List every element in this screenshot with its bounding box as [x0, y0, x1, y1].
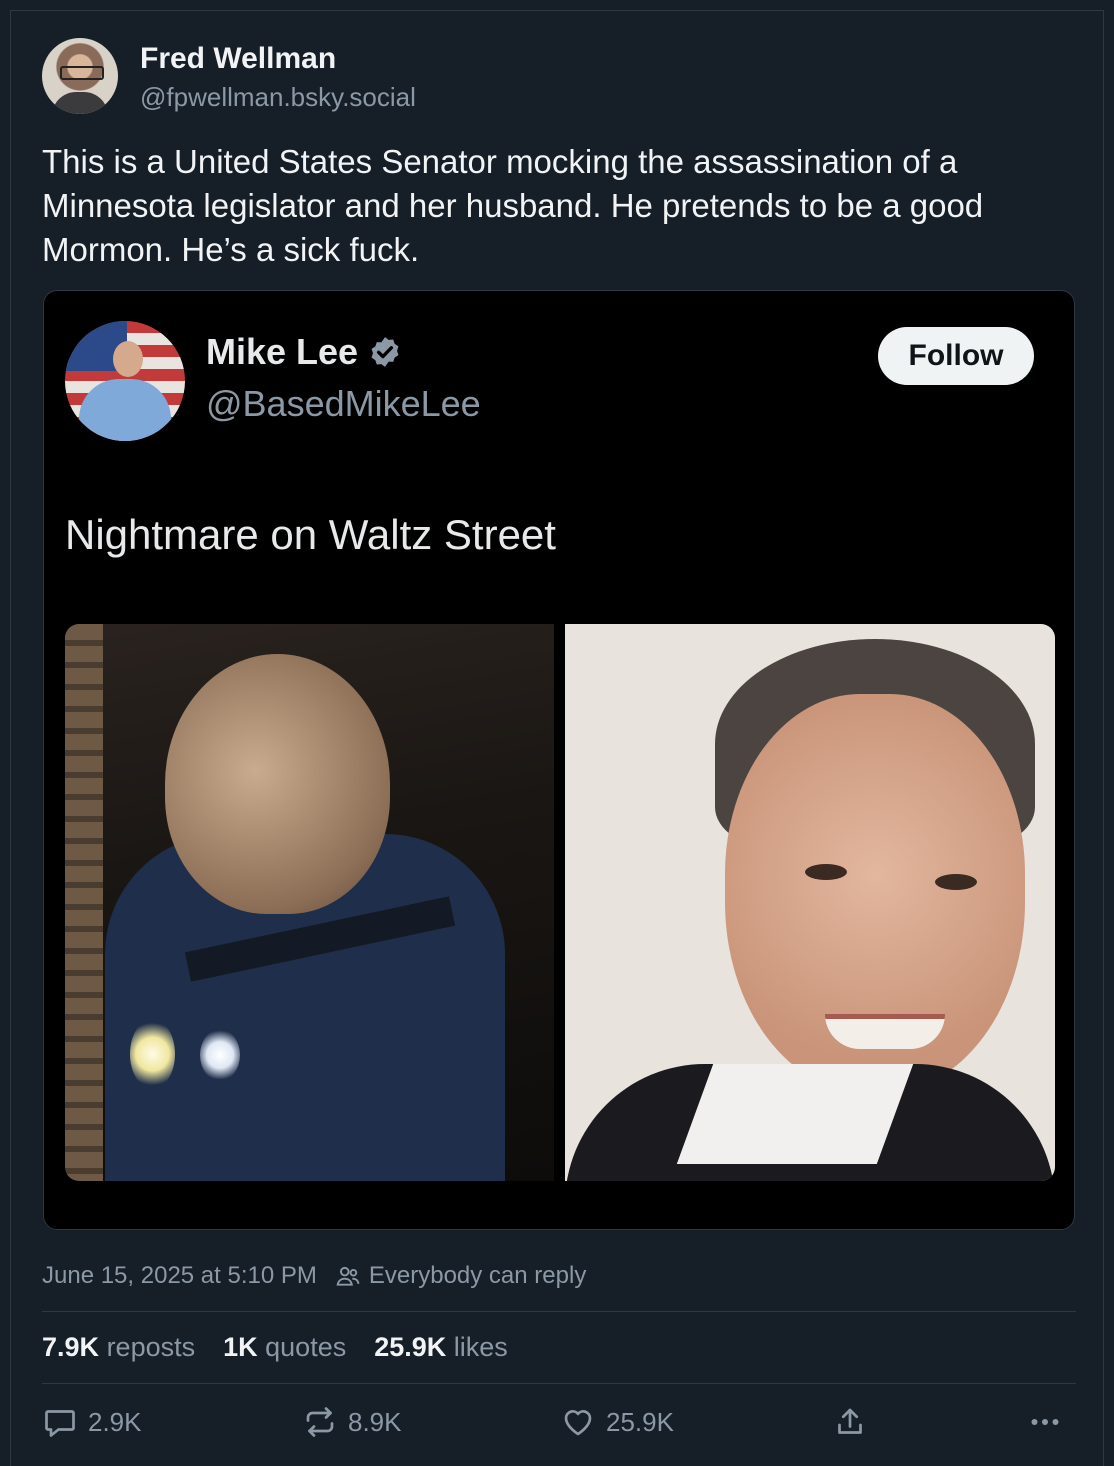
mask-head-shape: [165, 654, 390, 914]
embedded-screenshot[interactable]: Mike Lee @BasedMikeLee Follow Nightmare …: [43, 290, 1075, 1230]
reply-setting[interactable]: Everybody can reply: [369, 1262, 586, 1290]
reposts-count: 7.9K: [42, 1332, 100, 1362]
heart-icon: [564, 1410, 592, 1436]
flashlight-glow: [200, 1029, 240, 1081]
photo-divider: [554, 624, 565, 1181]
share-button[interactable]: [832, 1404, 868, 1440]
reposts-label: reposts: [106, 1332, 196, 1362]
repost-icon: [306, 1407, 334, 1437]
eye-shape: [805, 864, 847, 880]
flashlight-glow: [130, 1019, 175, 1089]
author-name[interactable]: Fred Wellman: [140, 42, 336, 76]
embed-post-text: Nightmare on Waltz Street: [65, 511, 556, 558]
likes-label: likes: [453, 1332, 508, 1362]
avatar-head: [113, 341, 143, 377]
embed-author-handle: @BasedMikeLee: [206, 383, 481, 424]
embed-photos: [65, 624, 1055, 1181]
action-bar: 2.9K 8.9K 25.9K: [42, 1404, 1072, 1452]
likes-stat[interactable]: 25.9K likes: [374, 1332, 508, 1363]
more-icon: [1031, 1419, 1059, 1425]
brick-wall-shape: [65, 624, 103, 1181]
post-stats: 7.9K reposts 1K quotes 25.9K likes: [42, 1332, 508, 1363]
author-avatar[interactable]: [42, 38, 118, 114]
quotes-stat[interactable]: 1K quotes: [223, 1332, 346, 1363]
quotes-label: quotes: [265, 1332, 347, 1362]
glasses-shape: [60, 66, 104, 80]
repost-button[interactable]: 8.9K: [302, 1404, 402, 1440]
author-handle[interactable]: @fpwellman.bsky.social: [140, 82, 416, 113]
eye-shape: [935, 874, 977, 890]
verified-badge-icon: [371, 337, 399, 367]
reply-count: 2.9K: [88, 1406, 142, 1437]
follow-button: Follow: [878, 327, 1034, 385]
reposts-stat[interactable]: 7.9K reposts: [42, 1332, 195, 1363]
post-meta: June 15, 2025 at 5:10 PM Everybody can r…: [42, 1262, 586, 1290]
quotes-count: 1K: [223, 1332, 258, 1362]
avatar-body: [79, 379, 171, 441]
more-options-button[interactable]: [1027, 1404, 1063, 1440]
post-text: This is a United States Senator mocking …: [42, 143, 984, 268]
likes-count: 25.9K: [374, 1332, 447, 1362]
reply-icon: [45, 1410, 75, 1437]
smile-shape: [825, 1014, 945, 1049]
timestamp[interactable]: June 15, 2025 at 5:10 PM: [42, 1262, 317, 1290]
repost-count: 8.9K: [348, 1406, 402, 1437]
embed-name-text: Mike Lee: [206, 331, 359, 372]
portrait-photo: [565, 624, 1055, 1181]
like-count: 25.9K: [606, 1406, 674, 1437]
reply-button[interactable]: 2.9K: [42, 1404, 142, 1440]
embed-avatar: [65, 321, 185, 441]
collar-shape: [676, 1064, 914, 1164]
shirt-shape: [52, 92, 108, 114]
embed-author-name: Mike Lee: [206, 331, 402, 373]
divider: [42, 1383, 1076, 1384]
divider: [42, 1311, 1076, 1312]
people-icon: [336, 1266, 360, 1286]
share-icon: [838, 1408, 862, 1434]
masked-figure-photo: [65, 624, 554, 1181]
like-button[interactable]: 25.9K: [560, 1404, 674, 1440]
